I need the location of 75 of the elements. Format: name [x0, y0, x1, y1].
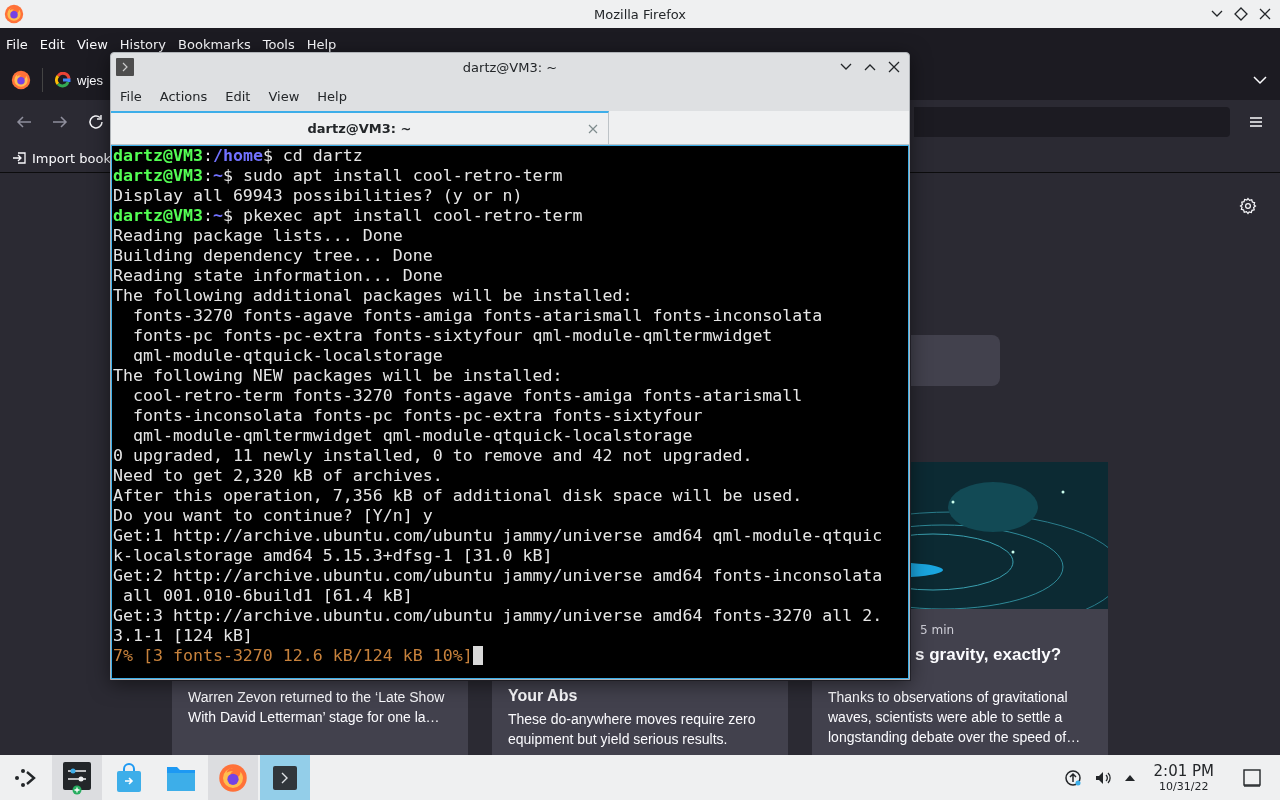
window-title: Mozilla Firefox: [594, 6, 686, 22]
taskbar-button[interactable]: [260, 755, 310, 800]
menu-item[interactable]: View: [76, 36, 108, 52]
menu-item[interactable]: Help: [308, 88, 356, 104]
terminal-line: 0 upgraded, 11 newly installed, 0 to remove and 42 not upgraded.: [113, 446, 753, 466]
terminal-tab[interactable]: dartz@VM3: ~: [111, 111, 609, 144]
reload-icon[interactable]: [87, 113, 105, 131]
firefox-icon: [4, 4, 24, 24]
browser-tab[interactable]: wjes: [43, 72, 103, 88]
terminal-line: dartz@VM3:/home$ cd dartz: [113, 146, 363, 166]
terminal-line: The following additional packages will be installed:: [113, 286, 633, 306]
terminal-line: fonts-inconsolata fonts-pc fonts-pc-extra fonts-sixtyfour: [131, 406, 703, 426]
window-title: dartz@VM3: ~: [462, 59, 558, 75]
menu-item[interactable]: File: [111, 88, 151, 104]
read-time: 5 min: [920, 623, 955, 637]
menu-item[interactable]: File: [6, 36, 28, 52]
menu-item[interactable]: Help: [306, 36, 337, 52]
menu-item[interactable]: History: [119, 36, 167, 52]
settings-icon[interactable]: [1239, 197, 1257, 215]
terminal-line: qml-module-qmltermwidget qml-module-qtquick-localstorage: [131, 426, 693, 446]
terminal-line: k-localstorage amd64 5.15.3+dfsg-1 [31.0 kB]: [113, 546, 553, 566]
terminal-line: The following NEW packages will be installed:: [113, 366, 563, 386]
terminal-icon: [116, 58, 134, 76]
story-title[interactable]: s gravity, exactly?: [915, 645, 1062, 665]
terminal-line: qml-module-qtquick-localstorage: [131, 346, 443, 366]
terminal-line: Need to get 2,320 kB of archives.: [113, 466, 443, 486]
story-card[interactable]: Your Abs These do-anywhere moves require zero equipment but yield serious results.: [492, 681, 788, 755]
terminal-line: Display all 69943 possibilities? (y or n): [113, 186, 523, 206]
terminal-line: fonts-pc fonts-pc-extra fonts-sixtyfour qml-module-qmltermwidget: [131, 326, 773, 346]
bookmark-item[interactable]: Import book: [32, 150, 111, 166]
ring-logo-icon: [55, 72, 71, 88]
story-title[interactable]: Your Abs: [508, 687, 578, 705]
terminal-line: dartz@VM3:~$ sudo apt install cool-retro-term: [113, 166, 563, 186]
terminal-line: 7% [3 fonts-3270 12.6 kB/124 kB 10%]: [113, 646, 483, 666]
menu-item[interactable]: Bookmarks: [178, 36, 251, 52]
bag-icon[interactable]: [115, 762, 143, 793]
card-header[interactable]: 5 min s gravity, exactly?: [911, 609, 1108, 681]
search-field[interactable]: [911, 335, 1000, 386]
terminal-line: all 001.010-6build1 [61.4 kB]: [122, 586, 413, 606]
terminal-line: Do you want to continue? [Y/n] y: [113, 506, 433, 526]
menu-icon[interactable]: [1248, 114, 1264, 130]
terminal-line: dartz@VM3:~$ pkexec apt install cool-retro-term: [113, 206, 583, 226]
terminal-screen[interactable]: [111, 145, 909, 679]
story-summary: These do-anywhere moves require zero equipment but yield serious results.: [508, 710, 757, 749]
firefox-icon[interactable]: [11, 70, 31, 90]
terminal-line: Reading package lists... Done: [113, 226, 403, 246]
terminal-line: 3.1-1 [124 kB]: [113, 626, 253, 646]
terminal-line: Get:3 http://archive.ubuntu.com/ubuntu jammy/universe amd64 fonts-3270 all 2.: [113, 606, 883, 626]
terminal-line: Reading state information... Done: [113, 266, 443, 286]
terminal-line: Get:1 http://archive.ubuntu.com/ubuntu jammy/universe amd64 qml-module-qtquic: [113, 526, 883, 546]
story-summary: Thanks to observations of gravitational waves, scientists were able to settle a longstanding debate over the speed of…: [828, 688, 1082, 747]
story-card[interactable]: Warren Zevon returned to the ‘Late Show With David Letterman’ stage for one la…: [172, 681, 468, 755]
import-icon: [12, 151, 26, 165]
taskbar-button[interactable]: [52, 755, 102, 800]
maximize-icon[interactable]: [1234, 7, 1248, 21]
terminal-line: Building dependency tree... Done: [113, 246, 433, 266]
terminal-line: Get:2 http://archive.ubuntu.com/ubuntu jammy/universe amd64 fonts-inconsolata: [113, 566, 883, 586]
terminal-line: fonts-3270 fonts-agave fonts-amiga fonts-atarismall fonts-inconsolata: [131, 306, 823, 326]
close-icon[interactable]: [887, 60, 901, 74]
menu-item[interactable]: View: [259, 88, 309, 104]
menu-item[interactable]: Edit: [39, 36, 65, 52]
menu-item[interactable]: Tools: [262, 36, 295, 52]
terminal-icon[interactable]: [272, 764, 298, 791]
story-card[interactable]: Thanks to observations of gravitational waves, scientists were able to settle a longstanding debate over the speed of…: [812, 681, 1108, 755]
close-icon[interactable]: [1258, 7, 1272, 21]
clock-date[interactable]: 10/31/22: [1159, 779, 1209, 793]
settings-icon[interactable]: [62, 760, 92, 795]
terminal-line: cool-retro-term fonts-3270 fonts-agave fonts-amiga fonts-atarismall: [131, 386, 803, 406]
menu-item[interactable]: Edit: [216, 88, 260, 104]
clock-time[interactable]: 2:01 PM: [1153, 762, 1214, 780]
show-desktop-icon[interactable]: [1242, 767, 1262, 788]
story-summary: Warren Zevon returned to the ‘Late Show With David Letterman’ stage for one la…: [188, 688, 446, 727]
menu-item[interactable]: Actions: [150, 88, 217, 104]
network-icon[interactable]: [1063, 768, 1082, 787]
terminal-line: After this operation, 7,356 kB of additional disk space will be used.: [113, 486, 803, 506]
